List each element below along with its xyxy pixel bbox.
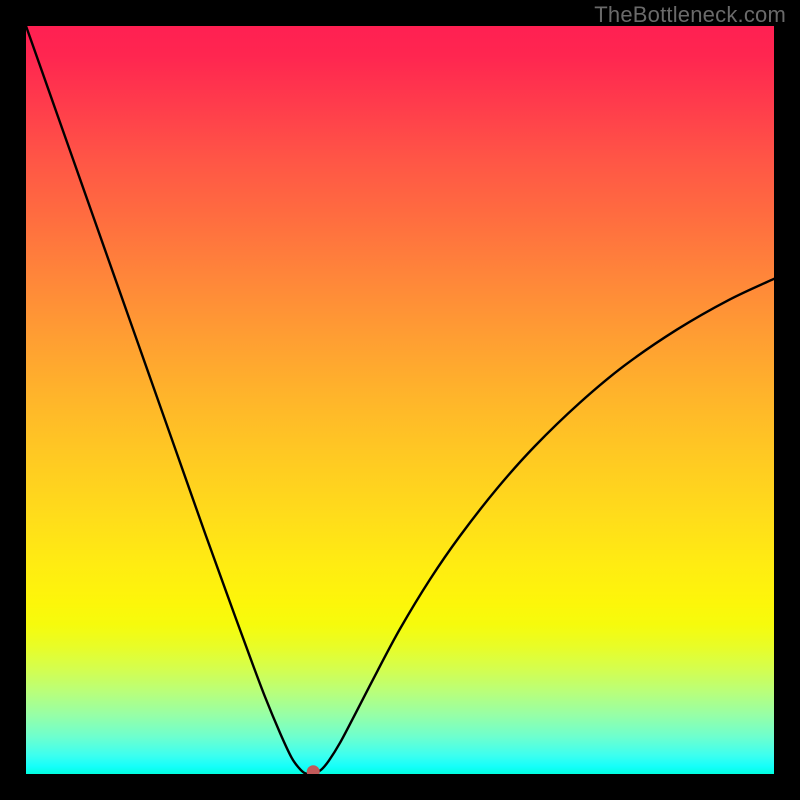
chart-svg: [26, 26, 774, 774]
min-marker: [307, 766, 319, 774]
bottleneck-curve-path: [26, 26, 774, 774]
attribution-label: TheBottleneck.com: [594, 2, 786, 28]
plot-area: [26, 26, 774, 774]
